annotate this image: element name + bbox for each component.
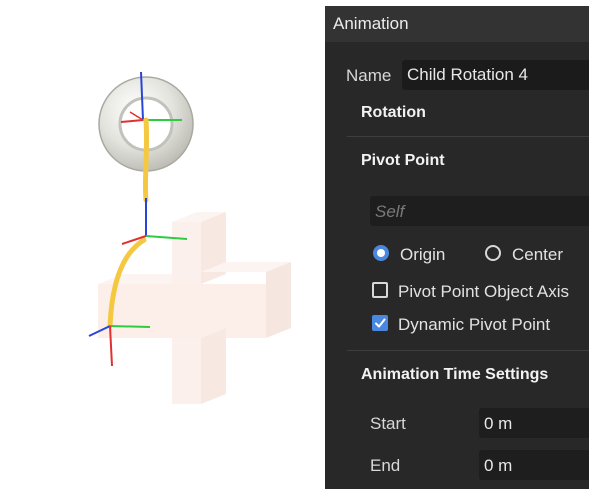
viewport-scene xyxy=(88,71,291,404)
name-value: Child Rotation 4 xyxy=(407,65,528,84)
pivot-object-axis-label[interactable]: Pivot Point Object Axis xyxy=(398,282,569,302)
cross-object xyxy=(98,212,291,404)
divider xyxy=(347,350,589,351)
dynamic-pivot-label[interactable]: Dynamic Pivot Point xyxy=(398,315,550,335)
pivot-object-axis-checkbox[interactable] xyxy=(372,282,388,298)
section-rotation[interactable]: Rotation xyxy=(361,104,426,122)
end-field[interactable]: 0 m xyxy=(479,450,589,480)
radio-center-label[interactable]: Center xyxy=(512,245,563,265)
pivot-object-placeholder: Self xyxy=(375,202,405,221)
attributes-panel: Animation Name Child Rotation 4 Rotation… xyxy=(325,6,589,489)
panel-title: Animation xyxy=(333,14,409,33)
radio-origin-label[interactable]: Origin xyxy=(400,245,445,265)
start-field[interactable]: 0 m xyxy=(479,408,589,438)
name-label: Name xyxy=(346,66,392,85)
panel-title-bar: Animation xyxy=(325,6,589,42)
radio-origin[interactable] xyxy=(373,245,389,261)
end-value: 0 m xyxy=(484,456,513,475)
rotation-path xyxy=(142,117,150,203)
divider xyxy=(347,136,589,137)
pivot-object-field[interactable]: Self xyxy=(370,196,589,226)
name-field[interactable]: Child Rotation 4 xyxy=(402,60,589,90)
start-label: Start xyxy=(370,414,406,433)
3d-viewport[interactable] xyxy=(0,0,325,489)
end-label: End xyxy=(370,456,401,475)
radio-center[interactable] xyxy=(485,245,501,261)
dynamic-pivot-checkbox[interactable] xyxy=(372,315,388,331)
checkmark-icon xyxy=(375,318,386,328)
section-pivot-point[interactable]: Pivot Point xyxy=(361,152,445,170)
section-animation-time[interactable]: Animation Time Settings xyxy=(361,366,548,384)
start-value: 0 m xyxy=(484,414,513,433)
